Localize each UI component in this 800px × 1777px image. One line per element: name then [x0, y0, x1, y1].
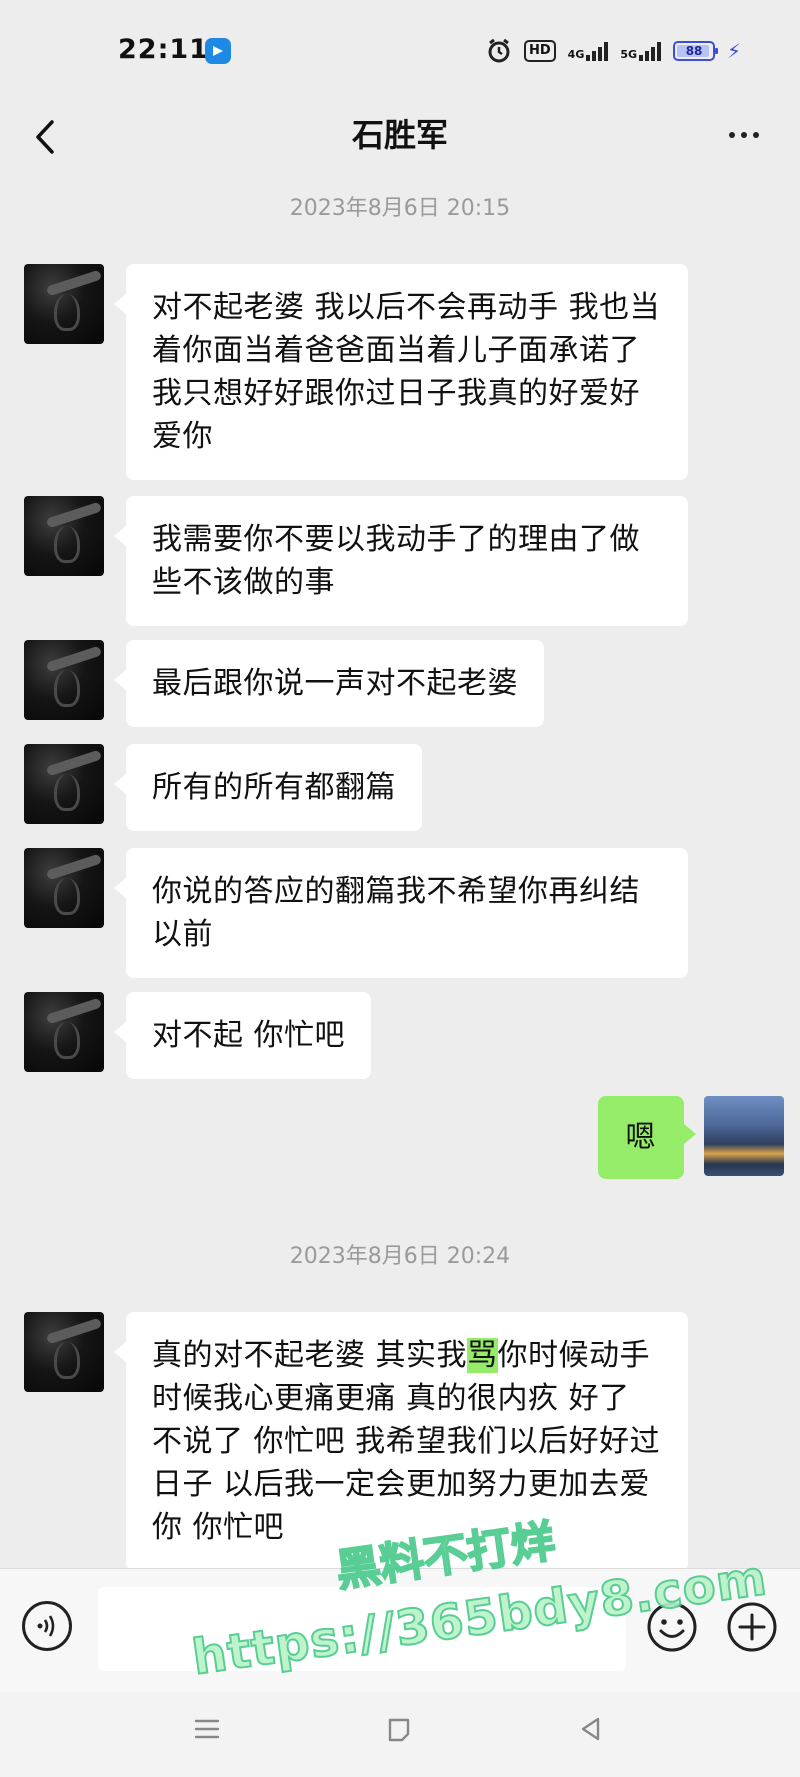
contact-avatar[interactable] — [24, 992, 104, 1072]
home-button[interactable] — [384, 1714, 414, 1744]
message-bubble[interactable]: 最后跟你说一声对不起老婆 — [114, 640, 544, 727]
net2-label: 5G — [620, 48, 638, 61]
back-nav-button[interactable] — [576, 1714, 606, 1744]
app-notification-icon — [205, 38, 231, 64]
more-dot — [753, 132, 759, 138]
my-avatar[interactable] — [704, 1096, 784, 1176]
home-icon — [388, 1718, 410, 1742]
hd-badge: HD — [524, 40, 556, 62]
timestamp: 2023年8月6日 20:15 — [289, 196, 511, 221]
contact-avatar[interactable] — [24, 264, 104, 344]
status-icons: HD 4G 5G 88 ⚡ — [486, 36, 741, 66]
status-bar: 22:11 HD 4G 5G 88 ⚡ — [0, 0, 800, 100]
menu-icon — [194, 1719, 220, 1739]
message-bubble[interactable]: 你说的答应的翻篇我不希望你再纠结以前 — [114, 848, 688, 978]
my-message-bubble[interactable]: 嗯 — [597, 1096, 696, 1179]
battery-level: 88 — [685, 44, 703, 58]
contact-avatar[interactable] — [24, 640, 104, 720]
menu-button[interactable] — [192, 1714, 222, 1744]
timestamp: 2023年8月6日 20:24 — [289, 1244, 511, 1269]
chat-title: 石胜军 — [351, 116, 448, 154]
contact-avatar[interactable] — [24, 744, 104, 824]
message-row-outgoing: 嗯 — [597, 1096, 784, 1179]
message-bubble[interactable]: 对不起 你忙吧 — [113, 992, 372, 1079]
message-row: 我需要你不要以我动手了的理由了做些不该做的事 — [24, 496, 688, 626]
message-row: 最后跟你说一声对不起老婆 — [24, 640, 544, 727]
signal-5g-icon: 5G — [620, 41, 662, 61]
system-nav-bar — [0, 1692, 800, 1777]
battery-icon: 88 — [673, 41, 719, 61]
message-row: 对不起 你忙吧 — [24, 992, 372, 1079]
status-time: 22:11 — [118, 34, 209, 65]
message-bubble[interactable]: 所有的所有都翻篇 — [114, 744, 422, 831]
contact-avatar[interactable] — [24, 848, 104, 928]
more-button[interactable] — [722, 120, 766, 150]
voice-icon — [37, 1615, 55, 1637]
message-text: 真的对不起老婆 其实我 — [152, 1338, 468, 1373]
highlighted-word: 骂 — [467, 1338, 498, 1373]
back-triangle-icon — [581, 1717, 600, 1741]
charging-icon: ⚡ — [727, 39, 742, 63]
signal-4g-icon: 4G — [568, 41, 609, 61]
alarm-icon — [488, 38, 510, 63]
more-dot — [729, 132, 735, 138]
chat-header: 石胜军 — [0, 100, 800, 180]
message-bubble[interactable]: 我需要你不要以我动手了的理由了做些不该做的事 — [114, 496, 688, 626]
voice-button[interactable] — [22, 1601, 72, 1651]
message-bubble[interactable]: 对不起老婆 我以后不会再动手 我也当着你面当着爸爸面当着儿子面承诺了 我只想好好… — [114, 264, 688, 480]
message-row: 对不起老婆 我以后不会再动手 我也当着你面当着爸爸面当着儿子面承诺了 我只想好好… — [24, 264, 688, 480]
message-row: 你说的答应的翻篇我不希望你再纠结以前 — [24, 848, 688, 978]
more-dot — [741, 132, 747, 138]
net1-label: 4G — [567, 48, 585, 61]
message-row: 所有的所有都翻篇 — [24, 744, 422, 831]
contact-avatar[interactable] — [24, 1312, 104, 1392]
contact-avatar[interactable] — [24, 496, 104, 576]
